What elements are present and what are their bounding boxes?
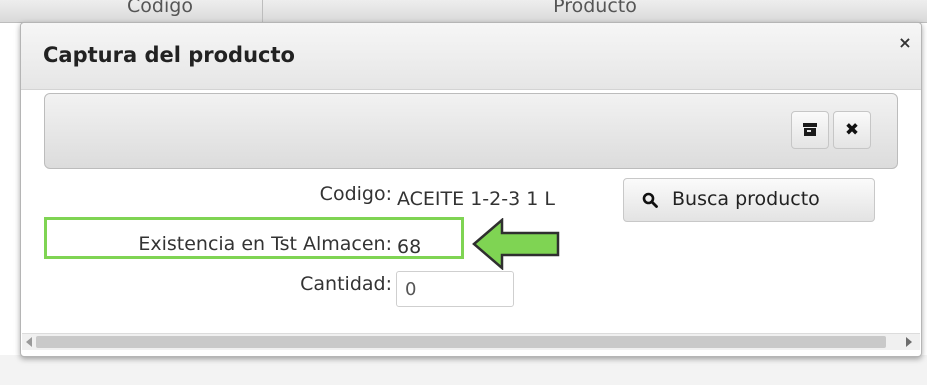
dialog-toolbar: ✖ (44, 93, 898, 169)
archive-icon (803, 123, 817, 136)
close-icon: ✖ (844, 120, 860, 140)
toolbar-close-button[interactable]: ✖ (833, 111, 871, 149)
dialog-title: Captura del producto (43, 43, 295, 67)
dialog-close-icon[interactable]: × (897, 35, 913, 51)
arrow-left-icon (472, 218, 560, 270)
search-icon (642, 192, 658, 208)
codigo-value: ACEITE 1-2-3 1 L (397, 188, 555, 210)
cantidad-input[interactable] (396, 271, 514, 307)
horizontal-scrollbar[interactable] (22, 333, 920, 350)
archive-button[interactable] (791, 111, 829, 149)
scroll-thumb[interactable] (36, 336, 886, 348)
search-product-button[interactable]: Busca producto (623, 178, 875, 222)
screen: Codigo Producto Captura del producto × ✖… (0, 0, 927, 385)
background-grid-header: Codigo Producto (0, 0, 927, 23)
existencia-highlight-box (44, 217, 464, 259)
scroll-left-arrow-icon[interactable] (26, 337, 32, 347)
search-product-label: Busca producto (672, 188, 820, 210)
scroll-right-arrow-icon[interactable] (906, 337, 912, 347)
codigo-label: Codigo: (319, 183, 392, 205)
cantidad-label: Cantidad: (300, 273, 392, 295)
product-capture-dialog: Captura del producto × ✖ Codigo: ACEITE … (20, 22, 922, 357)
dialog-titlebar[interactable]: Captura del producto × (21, 23, 921, 90)
background-area (0, 355, 927, 385)
column-header-codigo[interactable]: Codigo (60, 0, 260, 17)
column-header-producto[interactable]: Producto (263, 0, 927, 17)
